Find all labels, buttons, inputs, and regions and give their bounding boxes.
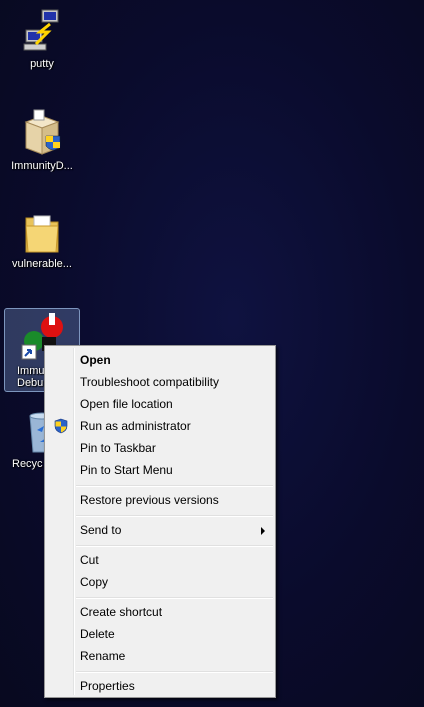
menu-item-label: Open: [80, 353, 111, 367]
menu-separator: [76, 671, 273, 673]
desktop-icon-immunity-installer[interactable]: ImmunityD...: [4, 108, 80, 172]
context-menu: Open Troubleshoot compatibility Open fil…: [44, 345, 276, 698]
desktop-icon-label: putty: [30, 58, 54, 70]
menu-item-create-shortcut[interactable]: Create shortcut: [47, 601, 273, 623]
installer-box-icon: [24, 109, 61, 155]
computer-network-icon: [23, 9, 59, 51]
menu-item-label: Restore previous versions: [80, 493, 219, 507]
menu-item-pin-to-taskbar[interactable]: Pin to Taskbar: [47, 437, 273, 459]
menu-item-label: Open file location: [80, 397, 173, 411]
menu-separator: [76, 545, 273, 547]
menu-separator: [76, 515, 273, 517]
desktop-icon-label: ImmunityD...: [11, 160, 73, 172]
menu-separator: [76, 485, 273, 487]
submenu-arrow-icon: [261, 527, 265, 535]
menu-item-open-file-location[interactable]: Open file location: [47, 393, 273, 415]
menu-item-pin-to-start-menu[interactable]: Pin to Start Menu: [47, 459, 273, 481]
menu-item-troubleshoot-compatibility[interactable]: Troubleshoot compatibility: [47, 371, 273, 393]
uac-shield-icon: [54, 418, 68, 434]
menu-item-label: Copy: [80, 575, 109, 589]
desktop-icon-label: vulnerable...: [12, 258, 72, 270]
menu-item-restore-previous-versions[interactable]: Restore previous versions: [47, 489, 273, 511]
menu-item-delete[interactable]: Delete: [47, 623, 273, 645]
menu-item-open[interactable]: Open: [47, 349, 273, 371]
folder-icon: [25, 215, 59, 253]
desktop-icon-putty[interactable]: putty: [4, 8, 80, 70]
menu-item-rename[interactable]: Rename: [47, 645, 273, 667]
menu-item-run-as-administrator[interactable]: Run as administrator: [47, 415, 273, 437]
menu-item-properties[interactable]: Properties: [47, 675, 273, 697]
menu-item-label: Delete: [80, 627, 115, 641]
menu-item-label: Properties: [80, 679, 135, 693]
menu-item-label: Send to: [80, 523, 122, 537]
menu-item-cut[interactable]: Cut: [47, 549, 273, 571]
menu-item-label: Run as administrator: [80, 419, 191, 433]
menu-item-label: Pin to Start Menu: [80, 463, 173, 477]
desktop-icon-vulnerable-folder[interactable]: vulnerable...: [4, 208, 80, 270]
menu-item-label: Cut: [80, 553, 99, 567]
menu-item-label: Rename: [80, 649, 126, 663]
menu-item-label: Troubleshoot compatibility: [80, 375, 219, 389]
menu-item-label: Pin to Taskbar: [80, 441, 156, 455]
menu-item-copy[interactable]: Copy: [47, 571, 273, 593]
menu-item-label: Create shortcut: [80, 605, 163, 619]
menu-separator: [76, 597, 273, 599]
menu-item-send-to[interactable]: Send to: [47, 519, 273, 541]
